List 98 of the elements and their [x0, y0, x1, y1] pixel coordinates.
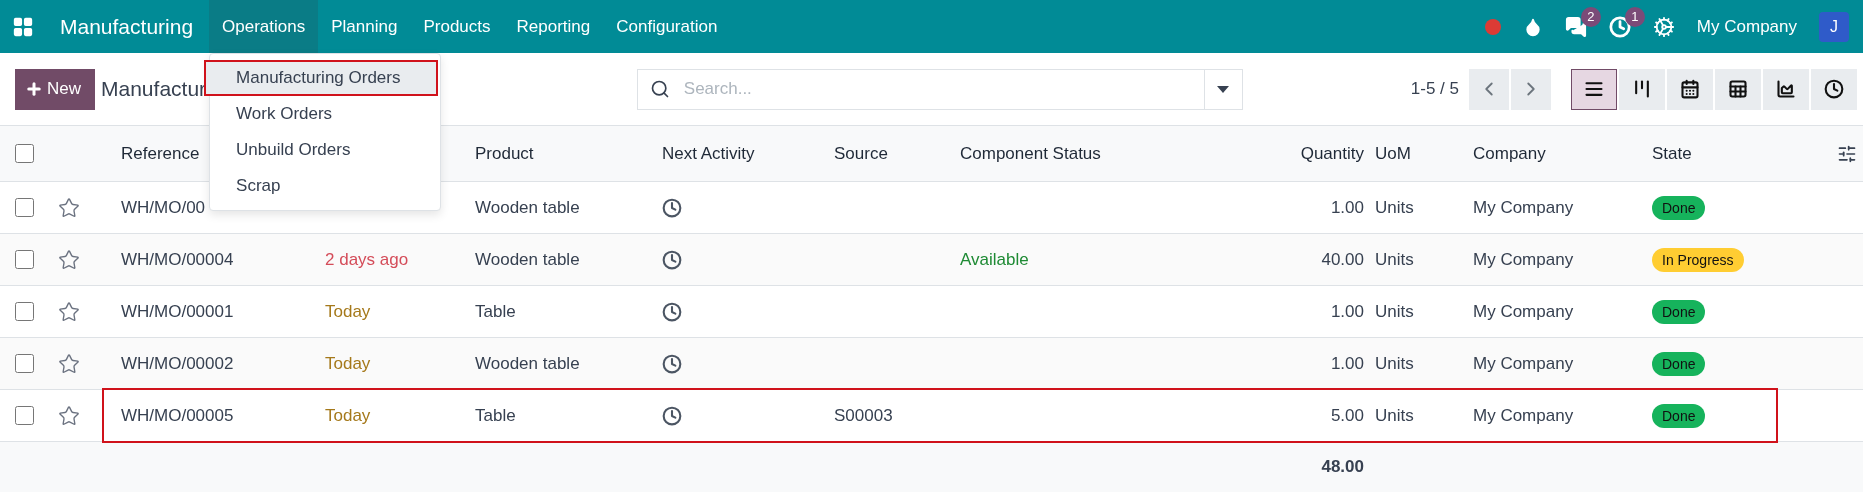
table-cell-text: Units [1374, 301, 1415, 322]
table-cell-text: WH/MO/00001 [120, 301, 235, 322]
clock-icon[interactable] [662, 353, 682, 374]
column-settings-icon[interactable] [1837, 143, 1857, 164]
table-cell-text: My Company [1472, 197, 1575, 218]
clock-icon[interactable] [662, 197, 682, 218]
notification-badge: 2 [1580, 6, 1601, 27]
table-cell-text: Wooden table [474, 197, 581, 218]
clock-icon[interactable] [662, 301, 682, 322]
area-chart-icon [1776, 79, 1796, 99]
notification-badge: 1 [1624, 6, 1645, 27]
column-header[interactable]: Source [822, 143, 948, 164]
row-checkbox[interactable] [15, 406, 34, 425]
table-cell-text: WH/MO/00004 [120, 249, 235, 270]
calendar-icon [1680, 79, 1700, 99]
table-cell-text: Units [1374, 405, 1415, 426]
calendar-view-button[interactable] [1667, 68, 1713, 110]
app-title[interactable]: Manufacturing [60, 14, 194, 39]
table-cell-text: Today [324, 301, 372, 322]
search-box[interactable]: Search... [636, 68, 1243, 110]
table-cell-text: Wooden table [474, 249, 581, 270]
star-icon[interactable] [58, 248, 80, 271]
star-icon[interactable] [58, 404, 80, 427]
table-icon [1728, 79, 1748, 99]
row-checkbox[interactable] [15, 198, 34, 217]
column-header[interactable]: Company [1461, 143, 1640, 164]
menu-item[interactable]: Configuration [603, 0, 731, 53]
table-cell-text: Table [474, 405, 517, 426]
row-checkbox[interactable] [15, 302, 34, 321]
table-cell-text: Wooden table [474, 353, 581, 374]
column-header[interactable]: Product [463, 143, 650, 164]
table-cell-text: WH/MO/00 [120, 197, 207, 218]
star-icon[interactable] [58, 300, 80, 323]
dropdown-item[interactable]: Manufacturing Orders [204, 60, 439, 96]
clock-icon [1824, 79, 1844, 99]
table-cell-text: WH/MO/00005 [120, 405, 235, 426]
state-badge: Done [1652, 299, 1706, 324]
kanban-icon [1632, 79, 1652, 99]
caret-icon [1217, 85, 1230, 93]
user-avatar[interactable]: J [1819, 11, 1849, 42]
table-cell-text: 5.00 [1329, 405, 1365, 426]
menu-item[interactable]: Operations [209, 0, 319, 53]
table-cell-text: My Company [1472, 249, 1575, 270]
dropdown-item[interactable]: Scrap [204, 168, 439, 204]
table-cell-text: Table [474, 301, 517, 322]
table-cell-text: 40.00 [1320, 249, 1365, 270]
dropdown-item[interactable]: Work Orders [204, 96, 439, 132]
table-cell-text: 1.00 [1329, 197, 1365, 218]
state-badge: In Progress [1652, 247, 1744, 272]
star-icon[interactable] [58, 196, 80, 219]
plus-icon [25, 80, 43, 98]
graph-view-button[interactable] [1763, 68, 1809, 110]
column-header[interactable]: Component Status [948, 143, 1250, 164]
clock-icon[interactable] [662, 405, 682, 426]
column-header[interactable]: Next Activity [650, 143, 822, 164]
kanban-view-button[interactable] [1619, 68, 1665, 110]
table-cell-text: Units [1374, 353, 1415, 374]
menu-item[interactable]: Products [410, 0, 504, 53]
search-icon [649, 79, 670, 99]
state-badge: Done [1652, 403, 1706, 428]
select-all-checkbox[interactable] [15, 144, 34, 163]
apps-menu-icon[interactable] [12, 15, 34, 38]
table-cell-text: 1.00 [1329, 353, 1365, 374]
activity-view-button[interactable] [1811, 68, 1857, 110]
table-cell-text: My Company [1472, 301, 1575, 322]
row-checkbox[interactable] [15, 354, 34, 373]
table-cell-text: My Company [1472, 353, 1575, 374]
new-button[interactable]: New [15, 68, 95, 110]
table-cell-text: Today [324, 353, 372, 374]
table-cell-text: 1.00 [1329, 301, 1365, 322]
pager-counter[interactable]: 1-5 / 5 [1410, 79, 1459, 99]
page-title: Manufactur [101, 77, 207, 101]
row-checkbox[interactable] [15, 250, 34, 269]
dropdown-item[interactable]: Unbuild Orders [204, 132, 439, 168]
table-cell-text: Today [324, 405, 372, 426]
table-cell-text: My Company [1472, 405, 1575, 426]
state-badge: Done [1652, 351, 1706, 376]
total-quantity: 48.00 [1320, 457, 1365, 477]
column-header[interactable]: UoM [1368, 143, 1461, 164]
clock-icon[interactable] [662, 249, 682, 270]
settings-icon[interactable] [1652, 15, 1675, 38]
pivot-view-button[interactable] [1715, 68, 1761, 110]
menu-item[interactable]: Reporting [503, 0, 604, 53]
company-switcher[interactable]: My Company [1696, 16, 1797, 37]
state-badge: Done [1652, 195, 1706, 220]
star-icon[interactable] [58, 352, 80, 375]
table-cell-text: Units [1374, 197, 1415, 218]
column-header[interactable]: Quantity [1250, 143, 1368, 164]
column-header[interactable]: State [1640, 143, 1820, 164]
table-cell-text: 2 days ago [324, 249, 410, 270]
menu-item[interactable]: Planning [318, 0, 411, 53]
list-icon [1584, 79, 1604, 99]
table-cell-text: Available [959, 249, 1030, 270]
table-cell-text: S00003 [833, 405, 894, 426]
chat-icon[interactable] [1564, 15, 1587, 38]
table-cell-text: WH/MO/00002 [120, 353, 235, 374]
list-view-button[interactable] [1571, 68, 1617, 110]
table-cell-text: Units [1374, 249, 1415, 270]
